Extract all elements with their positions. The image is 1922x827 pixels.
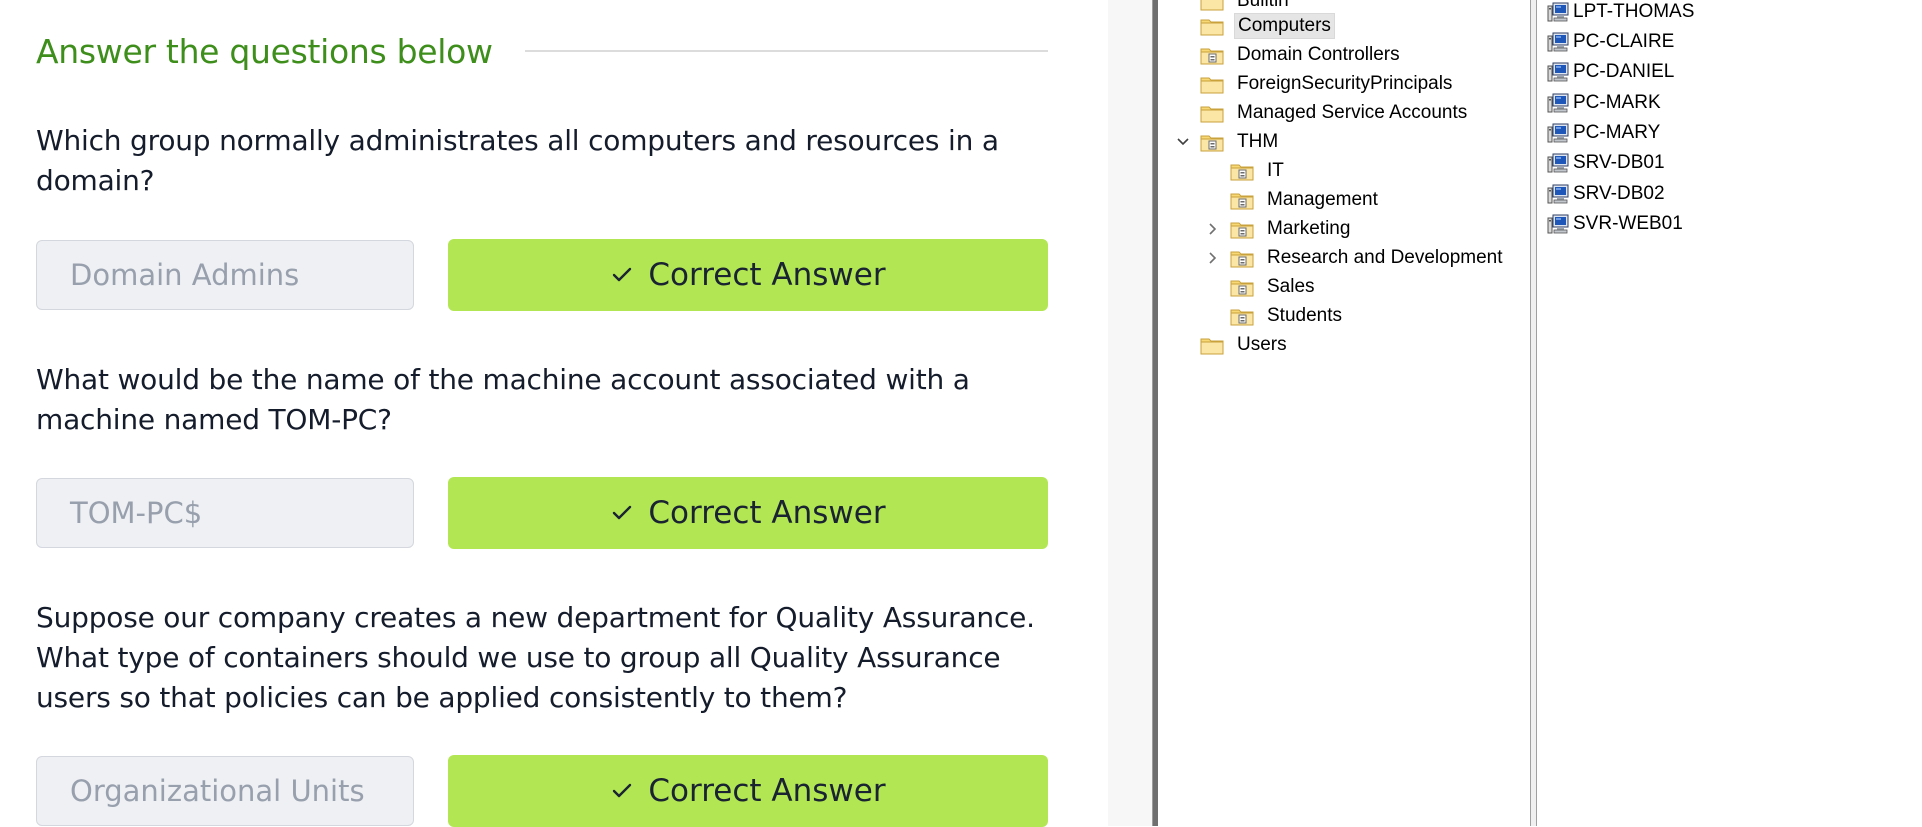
pane-splitter[interactable] (1530, 0, 1537, 826)
heading-divider (524, 50, 1048, 52)
questions-header: Answer the questions below (36, 26, 1048, 76)
list-item-pc-daniel[interactable]: PC-DANIEL (1547, 58, 1674, 86)
tree-item-label: Sales (1267, 276, 1315, 297)
tree-item-research-and-development[interactable]: Research and Development (1230, 244, 1506, 272)
folder-icon (1200, 16, 1224, 36)
tree-item-label: Domain Controllers (1237, 44, 1400, 65)
checkmark-icon (610, 263, 634, 287)
questions-heading: Answer the questions below (36, 31, 493, 71)
list-item-pc-claire[interactable]: PC-CLAIRE (1547, 28, 1674, 56)
computer-icon (1547, 123, 1569, 143)
chevron-right-icon[interactable] (1204, 249, 1222, 267)
tree-item-management[interactable]: Management (1230, 186, 1381, 214)
list-item-pc-mary[interactable]: PC-MARY (1547, 119, 1660, 147)
panel-gap (1108, 0, 1152, 826)
tree-item-users[interactable]: Users (1200, 331, 1290, 359)
tree-item-label: THM (1237, 131, 1279, 152)
computer-icon (1547, 93, 1569, 113)
answer-1-field[interactable]: Domain Admins (36, 240, 414, 310)
ou-folder-icon (1230, 248, 1254, 268)
list-item-srv-db01[interactable]: SRV-DB01 (1547, 149, 1665, 177)
tree-item-label: ForeignSecurityPrincipals (1237, 73, 1453, 94)
folder-icon (1200, 103, 1224, 123)
chevron-right-icon[interactable] (1204, 220, 1222, 238)
computer-icon (1547, 62, 1569, 82)
ou-folder-icon (1230, 219, 1254, 239)
list-item-srv-db02[interactable]: SRV-DB02 (1547, 180, 1665, 208)
computer-icon (1547, 32, 1569, 52)
tree-item-thm[interactable]: THM (1200, 128, 1281, 156)
answer-2-field[interactable]: TOM-PC$ (36, 478, 414, 548)
ad-tree-pane: Builtin Computers Domain Controllers For… (1158, 0, 1530, 826)
checkmark-icon (610, 779, 634, 803)
folder-icon (1200, 0, 1224, 11)
question-1-text: Which group normally administrates all c… (36, 124, 999, 197)
chevron-down-icon[interactable] (1174, 133, 1192, 151)
folder-icon (1200, 335, 1224, 355)
tree-item-foreign-security-principals[interactable]: ForeignSecurityPrincipals (1200, 70, 1455, 98)
ou-folder-icon (1200, 45, 1224, 65)
question-1-correct-button[interactable]: Correct Answer (448, 239, 1048, 311)
folder-icon (1200, 74, 1224, 94)
tree-item-label: Students (1267, 305, 1342, 326)
list-item-lpt-thomas[interactable]: LPT-THOMAS (1547, 0, 1694, 26)
computer-icon (1547, 184, 1569, 204)
tree-item-computers[interactable]: Computers (1200, 12, 1335, 40)
tree-item-label: Users (1237, 334, 1287, 355)
computer-icon (1547, 214, 1569, 234)
question-2-text: What would be the name of the machine ac… (36, 363, 970, 436)
ou-folder-icon (1230, 306, 1254, 326)
tree-item-label: Managed Service Accounts (1237, 102, 1468, 123)
tree-item-label: IT (1267, 160, 1284, 181)
question-2-correct-button[interactable]: Correct Answer (448, 477, 1048, 549)
computers-list-pane: LPT-THOMAS PC-CLAIRE PC-DANIEL PC-MARK P… (1537, 0, 1922, 826)
tree-item-label: Marketing (1267, 218, 1351, 239)
checkmark-icon (610, 501, 634, 525)
computer-name: PC-MARY (1573, 122, 1661, 143)
computer-icon (1547, 153, 1569, 173)
ou-folder-icon (1230, 277, 1254, 297)
computer-name: PC-MARK (1573, 92, 1661, 113)
computer-name: SRV-DB02 (1573, 183, 1665, 204)
computer-name: PC-DANIEL (1573, 61, 1675, 82)
tree-item-domain-controllers[interactable]: Domain Controllers (1200, 41, 1403, 69)
list-item-pc-mark[interactable]: PC-MARK (1547, 89, 1661, 117)
tree-item-students[interactable]: Students (1230, 302, 1345, 330)
computer-name: PC-CLAIRE (1573, 31, 1675, 52)
tree-item-managed-service-accounts[interactable]: Managed Service Accounts (1200, 99, 1470, 127)
ou-folder-icon (1230, 190, 1254, 210)
computer-name: LPT-THOMAS (1573, 1, 1695, 22)
list-item-svr-web01[interactable]: SVR-WEB01 (1547, 210, 1683, 238)
computer-name: SVR-WEB01 (1573, 213, 1683, 234)
tree-item-it[interactable]: IT (1230, 157, 1287, 185)
question-3-text: Suppose our company creates a new depart… (36, 601, 1035, 714)
tree-item-marketing[interactable]: Marketing (1230, 215, 1353, 243)
correct-answer-label: Correct Answer (648, 495, 886, 531)
tree-item-label: Computers (1234, 13, 1335, 39)
computer-icon (1547, 2, 1569, 22)
ou-folder-icon (1230, 161, 1254, 181)
correct-answer-label: Correct Answer (648, 773, 886, 809)
ou-folder-icon (1200, 132, 1224, 152)
tree-item-label: Research and Development (1267, 247, 1503, 268)
computer-name: SRV-DB01 (1573, 152, 1665, 173)
answer-3-field[interactable]: Organizational Units (36, 756, 414, 826)
tree-item-label: Management (1267, 189, 1378, 210)
tree-item-sales[interactable]: Sales (1230, 273, 1318, 301)
question-3-correct-button[interactable]: Correct Answer (448, 755, 1048, 827)
task-panel: Answer the questions below Which group n… (0, 0, 1108, 827)
correct-answer-label: Correct Answer (648, 257, 886, 293)
